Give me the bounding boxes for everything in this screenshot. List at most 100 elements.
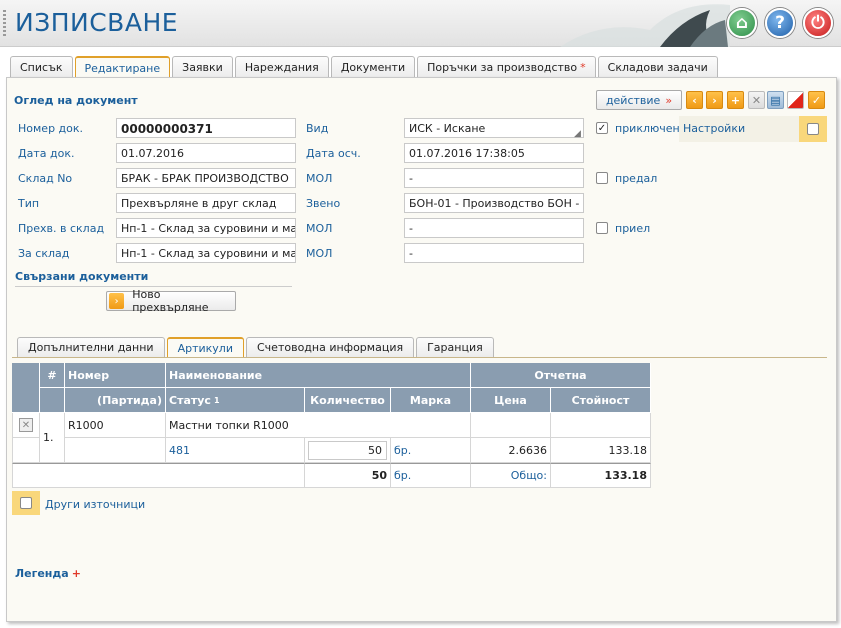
tab-edit[interactable]: Редактиране	[74, 56, 171, 78]
settings-panel: Настройки	[679, 116, 827, 142]
row-index: 1.	[40, 413, 65, 463]
for-warehouse-field[interactable]: Нп-1 - Склад за суровини и матери	[116, 243, 296, 263]
mol-label: МОЛ	[306, 247, 333, 260]
kind-field[interactable]: ИСК - Искане	[404, 118, 584, 138]
bird-logo-icon	[560, 4, 730, 47]
other-sources-label[interactable]: Други източници	[45, 498, 145, 511]
subtab-accounting[interactable]: Счетоводна информация	[246, 337, 415, 357]
total-label: Общо:	[471, 463, 551, 488]
mol-label: МОЛ	[306, 222, 333, 235]
header-status: Статус 1	[166, 388, 305, 413]
home-icon[interactable]: ⌂	[727, 8, 757, 38]
sub-tabs: Допълнителни данни Артикули Счетоводна и…	[17, 337, 494, 357]
row-price: 2.6636	[471, 438, 551, 463]
gave-label: предал	[615, 172, 658, 185]
header-value: Стойност	[551, 388, 651, 413]
warehouse-label: Склад No	[18, 172, 73, 185]
date-label: Дата док.	[18, 147, 75, 160]
tab-requests[interactable]: Заявки	[172, 56, 233, 77]
finished-checkbox[interactable]: ✓	[596, 122, 608, 134]
header-code: Номер	[65, 363, 166, 388]
finished-label: приключен	[615, 122, 680, 135]
section-title-document: Оглед на документ	[14, 94, 138, 107]
number-label: Номер док.	[18, 122, 84, 135]
print-icon[interactable]: ▤	[767, 91, 784, 109]
tab-orders[interactable]: Нареждания	[234, 56, 329, 77]
total-value: 133.18	[551, 463, 651, 488]
action-button[interactable]: действие»	[596, 90, 682, 110]
accounting-date-field[interactable]: 01.07.2016 17:38:05	[404, 143, 584, 163]
type-label: Тип	[18, 197, 40, 210]
other-sources-toggle[interactable]	[12, 491, 40, 515]
row-blank	[12, 438, 40, 463]
settings-label: Настройки	[683, 122, 746, 135]
help-icon[interactable]: ?	[765, 8, 795, 38]
prev-icon[interactable]: ‹	[686, 91, 703, 109]
warehouse-field[interactable]: БРАК - БРАК ПРОИЗВОДСТВО	[116, 168, 296, 188]
header-blank	[40, 388, 65, 413]
arrow-right-icon: ›	[109, 293, 125, 309]
header-batch: (Партида)	[65, 388, 166, 413]
delete-icon[interactable]: ✕	[748, 91, 765, 109]
subtab-warranty[interactable]: Гаранция	[416, 337, 494, 357]
row-name: Мастни топки R1000	[166, 413, 471, 438]
header-name: Наименование	[166, 363, 471, 388]
tab-documents[interactable]: Документи	[330, 56, 416, 77]
subtab-divider	[12, 357, 827, 358]
header-num: #	[40, 363, 65, 388]
subtab-additional[interactable]: Допълнителни данни	[17, 337, 165, 357]
required-star: *	[580, 60, 586, 74]
row-code[interactable]: R1000	[65, 413, 166, 438]
row-price-blank	[471, 413, 551, 438]
section-title-related: Свързани документи	[15, 270, 292, 287]
next-icon[interactable]: ›	[706, 91, 723, 109]
table-header-blank	[12, 363, 40, 413]
tab-list[interactable]: Списък	[10, 56, 73, 77]
power-icon[interactable]: ⏻	[803, 8, 833, 38]
expand-plus-icon[interactable]: +	[72, 567, 81, 580]
mol-label: МОЛ	[306, 172, 333, 185]
confirm-icon[interactable]: ✓	[808, 91, 825, 109]
type-field[interactable]: Прехвърляне в друг склад	[116, 193, 296, 213]
mol-field[interactable]: -	[404, 168, 584, 188]
subtab-articles[interactable]: Артикули	[166, 337, 244, 357]
row-delete-icon[interactable]: ✕	[19, 418, 33, 432]
row-value: 133.18	[551, 438, 651, 463]
header-reporting: Отчетна	[471, 363, 651, 388]
drag-grip-icon[interactable]	[3, 10, 6, 36]
legend-link[interactable]: Легенда +	[15, 567, 81, 580]
row-batch	[65, 438, 166, 463]
unit-field[interactable]: БОН-01 - Производство БОН - пър	[404, 193, 584, 213]
tab-warehouse-tasks[interactable]: Складови задачи	[597, 56, 718, 77]
transfer-warehouse-field[interactable]: Нп-1 - Склад за суровини и матери	[116, 218, 296, 238]
mol-field[interactable]: -	[404, 243, 584, 263]
resize-icon[interactable]: ◢	[574, 129, 581, 139]
row-status-link[interactable]: 481	[166, 438, 305, 463]
tab-production-orders[interactable]: Поръчки за производство *	[417, 56, 596, 77]
total-quantity: 50	[305, 463, 391, 488]
row-delete-cell: ✕	[12, 413, 40, 438]
received-checkbox[interactable]	[596, 222, 608, 234]
new-transfer-button[interactable]: › Ново прехвърляне	[106, 288, 236, 314]
settings-toggle[interactable]	[799, 116, 827, 142]
header-unit: Марка	[391, 388, 471, 413]
flag-icon[interactable]	[787, 91, 804, 109]
gave-checkbox[interactable]	[596, 172, 608, 184]
acc-date-label: Дата осч.	[306, 147, 361, 160]
quantity-input[interactable]: 50	[308, 440, 387, 460]
document-number-field[interactable]: 00000000371	[116, 118, 296, 138]
row-unit[interactable]: бр.	[391, 438, 471, 463]
total-unit: бр.	[391, 463, 471, 488]
page-title: ИЗПИСВАНЕ	[15, 8, 179, 37]
received-label: приел	[615, 222, 651, 235]
main-tabs: Списък Редактиране Заявки Нареждания Док…	[10, 56, 718, 78]
mol-field[interactable]: -	[404, 218, 584, 238]
add-icon[interactable]: +	[727, 91, 744, 109]
settings-checkbox[interactable]	[807, 123, 819, 135]
other-sources-checkbox[interactable]	[20, 497, 32, 509]
unit-label: Звено	[306, 197, 341, 210]
total-blank	[12, 463, 305, 488]
row-quantity-cell: 50	[305, 438, 391, 463]
transfer-label: Прехв. в склад	[18, 222, 105, 235]
document-date-field[interactable]: 01.07.2016	[116, 143, 296, 163]
